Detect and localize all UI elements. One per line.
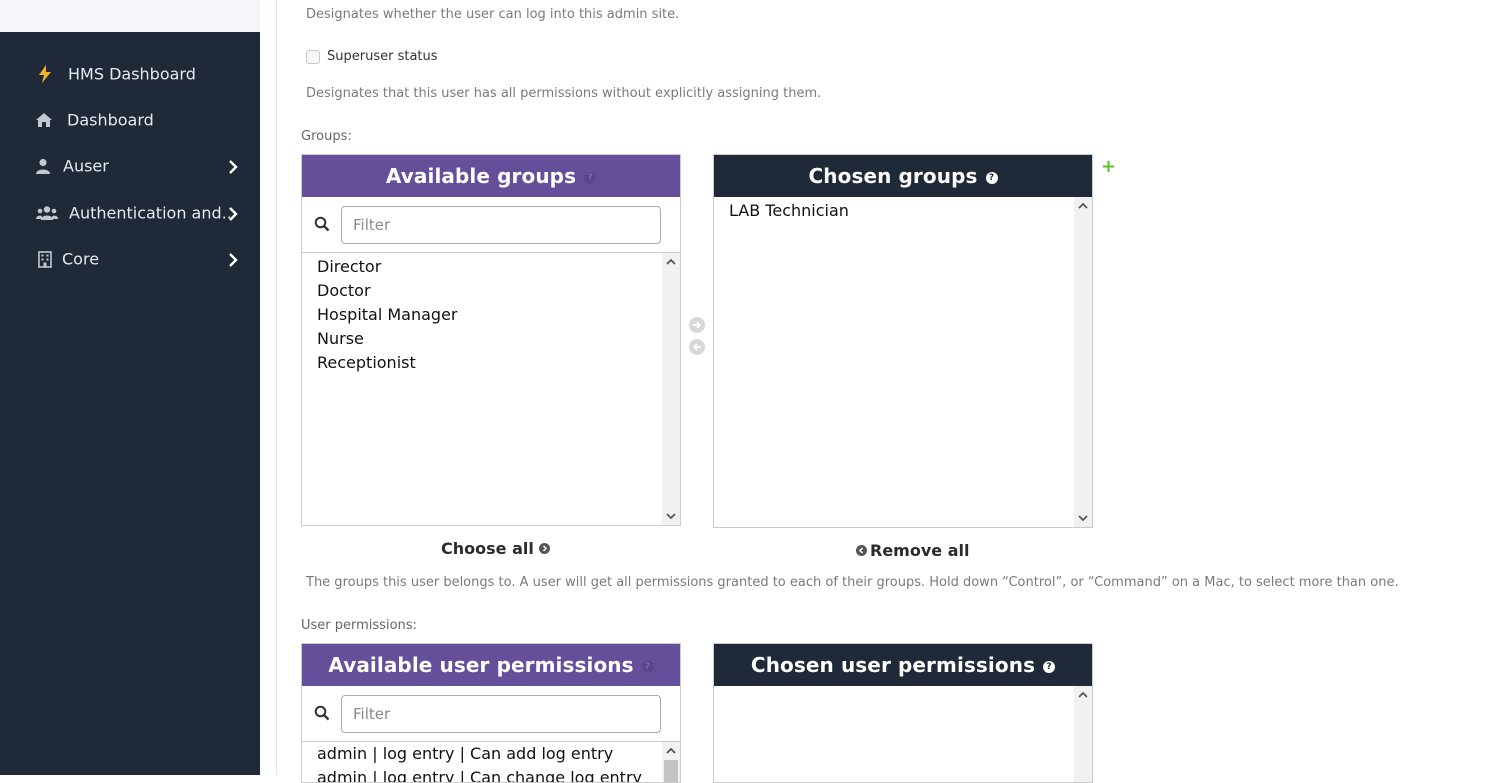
sidebar-item-label: HMS Dashboard bbox=[68, 64, 196, 84]
available-groups-box: Available groups ? Director Doctor Hospi… bbox=[301, 154, 681, 526]
user-permissions-label: User permissions: bbox=[301, 618, 417, 633]
chosen-groups-box: Chosen groups ? LAB Technician bbox=[713, 154, 1093, 528]
scroll-up-icon[interactable] bbox=[666, 747, 676, 755]
list-item[interactable]: LAB Technician bbox=[714, 199, 1092, 223]
available-permissions-box: Available user permissions ? admin | log… bbox=[301, 643, 681, 783]
sidebar-item-label: Auser bbox=[63, 156, 109, 176]
scrollbar[interactable] bbox=[1074, 686, 1092, 782]
remove-arrow-icon[interactable] bbox=[689, 339, 705, 355]
choose-all-label: Choose all bbox=[441, 539, 534, 558]
scrollbar-thumb[interactable] bbox=[664, 760, 678, 782]
chosen-permissions-title-text: Chosen user permissions bbox=[750, 653, 1036, 677]
available-groups-filter-input[interactable] bbox=[341, 206, 661, 244]
scrollbar[interactable] bbox=[1074, 197, 1092, 527]
available-permissions-title-text: Available user permissions bbox=[328, 653, 634, 677]
sidebar-item-label: Core bbox=[62, 249, 100, 269]
sidebar-top-strip bbox=[0, 0, 260, 32]
add-group-icon[interactable]: + bbox=[1101, 158, 1116, 176]
available-permissions-list[interactable]: admin | log entry | Can add log entry ad… bbox=[302, 742, 680, 782]
scrollbar[interactable] bbox=[662, 253, 680, 525]
groups-help: The groups this user belongs to. A user … bbox=[306, 575, 1399, 590]
available-groups-title: Available groups ? bbox=[302, 155, 680, 197]
list-item[interactable]: admin | log entry | Can add log entry bbox=[302, 742, 680, 766]
chevron-right-icon bbox=[227, 206, 239, 221]
help-icon: ? bbox=[985, 172, 998, 184]
chevron-right-icon bbox=[227, 252, 239, 267]
choose-arrow-icon[interactable] bbox=[689, 317, 705, 333]
content-divider bbox=[276, 0, 277, 775]
building-icon bbox=[36, 250, 54, 268]
scroll-down-icon[interactable] bbox=[666, 512, 676, 520]
list-item[interactable]: Nurse bbox=[302, 327, 680, 351]
scroll-up-icon[interactable] bbox=[666, 258, 676, 266]
help-icon: ? bbox=[1043, 661, 1056, 673]
available-permissions-filter-input[interactable] bbox=[341, 695, 661, 733]
remove-all-link[interactable]: Remove all bbox=[856, 541, 969, 560]
sidebar: HMS Dashboard Dashboard Auser Authentica… bbox=[0, 32, 260, 775]
home-icon bbox=[35, 111, 53, 129]
search-icon bbox=[314, 705, 330, 721]
chosen-permissions-list[interactable] bbox=[714, 686, 1092, 782]
search-icon bbox=[314, 216, 330, 232]
available-permissions-filter-row bbox=[302, 686, 680, 742]
chevron-right-icon bbox=[227, 159, 239, 174]
list-item[interactable]: Receptionist bbox=[302, 351, 680, 375]
users-icon bbox=[36, 204, 58, 222]
remove-all-label: Remove all bbox=[870, 541, 970, 560]
help-icon: ? bbox=[641, 661, 654, 673]
superuser-checkbox[interactable] bbox=[306, 49, 320, 64]
chevron-left-circle-icon bbox=[856, 545, 867, 556]
superuser-help: Designates that this user has all permis… bbox=[306, 86, 822, 101]
help-icon: ? bbox=[584, 172, 597, 184]
bolt-icon bbox=[36, 65, 54, 83]
sidebar-item-auser[interactable]: Auser bbox=[0, 146, 260, 186]
staff-status-help: Designates whether the user can log into… bbox=[306, 7, 680, 22]
chosen-permissions-box: Chosen user permissions ? bbox=[713, 643, 1093, 783]
chosen-groups-title-text: Chosen groups bbox=[808, 164, 978, 188]
chosen-permissions-title: Chosen user permissions ? bbox=[714, 644, 1092, 686]
list-item[interactable]: admin | log entry | Can change log entry bbox=[302, 766, 680, 782]
superuser-field[interactable]: Superuser status bbox=[306, 49, 438, 64]
list-item[interactable]: Doctor bbox=[302, 279, 680, 303]
list-item[interactable]: Director bbox=[302, 255, 680, 279]
sidebar-item-dashboard[interactable]: Dashboard bbox=[0, 100, 260, 140]
choose-all-link[interactable]: Choose all bbox=[441, 539, 550, 558]
scrollbar[interactable] bbox=[662, 742, 680, 782]
sidebar-item-authentication[interactable]: Authentication and.. bbox=[0, 193, 260, 233]
chevron-right-circle-icon bbox=[538, 543, 550, 554]
available-groups-title-text: Available groups bbox=[385, 164, 577, 188]
sidebar-item-label: Dashboard bbox=[67, 110, 154, 130]
scroll-up-icon[interactable] bbox=[1078, 691, 1088, 699]
chosen-groups-title: Chosen groups ? bbox=[714, 155, 1092, 197]
user-icon bbox=[34, 157, 52, 175]
sidebar-item-core[interactable]: Core bbox=[0, 239, 260, 279]
scroll-up-icon[interactable] bbox=[1078, 202, 1088, 210]
available-groups-list[interactable]: Director Doctor Hospital Manager Nurse R… bbox=[302, 253, 680, 525]
scroll-down-icon[interactable] bbox=[1078, 514, 1088, 522]
list-item[interactable]: Hospital Manager bbox=[302, 303, 680, 327]
chosen-groups-list[interactable]: LAB Technician bbox=[714, 197, 1092, 527]
available-groups-filter-row bbox=[302, 197, 680, 253]
superuser-label: Superuser status bbox=[327, 49, 438, 64]
groups-label: Groups: bbox=[301, 129, 352, 144]
sidebar-item-hms-dashboard[interactable]: HMS Dashboard bbox=[0, 54, 260, 94]
sidebar-item-label: Authentication and.. bbox=[69, 203, 232, 223]
available-permissions-title: Available user permissions ? bbox=[302, 644, 680, 686]
